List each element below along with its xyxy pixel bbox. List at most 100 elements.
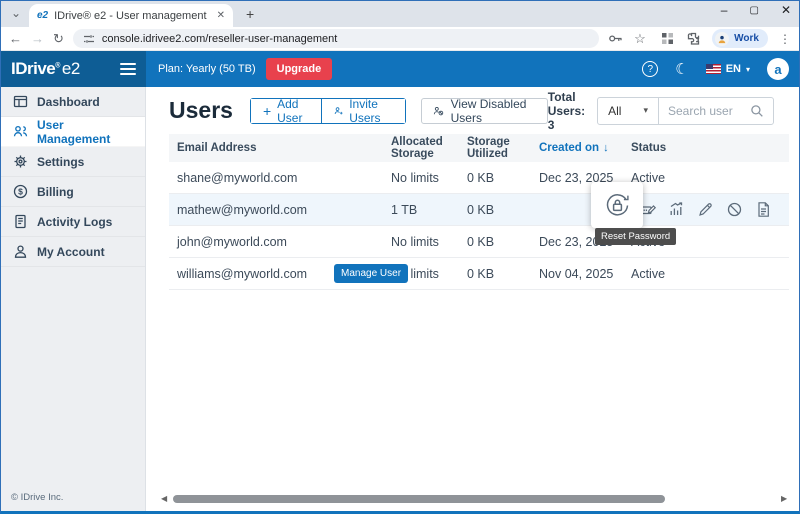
minimize-button[interactable]: – [721, 3, 728, 17]
cell-utilized: 0 KB [467, 203, 539, 217]
reset-password-tooltip: Reset Password [595, 228, 676, 245]
tab-search-icon[interactable]: ⌄ [11, 6, 21, 20]
maximize-button[interactable]: ▢ [749, 3, 758, 17]
cell-status: Active [631, 267, 789, 281]
scrollbar-thumb[interactable] [173, 495, 665, 503]
cell-allocated: 1 TB [391, 203, 467, 217]
new-tab-button[interactable]: + [246, 6, 254, 22]
dark-mode-moon-icon[interactable]: ☾ [675, 60, 688, 78]
sidebar-item-label: Dashboard [37, 95, 100, 109]
language-selector[interactable]: EN ▾ [706, 63, 750, 75]
browser-tab[interactable]: e2 IDrive® e2 - User management ✕ [29, 4, 233, 27]
reload-icon[interactable]: ↻ [53, 31, 64, 47]
copyright-text: © IDrive Inc. [11, 492, 63, 503]
plan-label: Plan: Yearly (50 TB) [158, 63, 256, 75]
horizontal-scrollbar: ◀ ▶ [161, 494, 789, 503]
main-content: Users + Add User Invite Users View Disab… [146, 87, 799, 511]
gear-icon [13, 154, 28, 169]
cell-email: mathew@myworld.com [177, 203, 391, 217]
sidebar-item-my-account[interactable]: My Account [1, 237, 145, 267]
us-flag-icon [706, 64, 721, 74]
reset-password-icon [604, 192, 631, 219]
column-email: Email Address [177, 142, 391, 154]
column-allocated-storage: Allocated Storage [391, 136, 467, 160]
url-text: console.idrivee2.com/reseller-user-manag… [102, 33, 337, 45]
search-icon[interactable] [750, 104, 764, 118]
sidebar-item-billing[interactable]: $ Billing [1, 177, 145, 207]
site-favicon: e2 [37, 10, 48, 21]
browser-toolbar: ← → ↻ console.idrivee2.com/reseller-user… [1, 27, 799, 51]
row-action-icons [639, 194, 772, 225]
address-bar[interactable]: console.idrivee2.com/reseller-user-manag… [73, 29, 599, 48]
cell-utilized: 0 KB [467, 235, 539, 249]
search-input[interactable] [668, 104, 750, 118]
header-right: ? ☾ EN ▾ a [642, 58, 799, 80]
account-avatar[interactable]: a [767, 58, 789, 80]
tab-title: IDrive® e2 - User management [54, 10, 210, 22]
toolbar-right: ☆ Work ⋮ [608, 29, 791, 48]
extensions-puzzle-icon[interactable] [686, 31, 701, 46]
tab-close-icon[interactable]: ✕ [217, 10, 225, 21]
profile-label: Work [734, 33, 759, 44]
column-created-on-sort[interactable]: Created on ↓ [539, 142, 631, 154]
user-logs-icon[interactable] [755, 201, 772, 218]
sidebar-item-label: Activity Logs [37, 215, 112, 229]
sidebar-item-user-management[interactable]: User Management [1, 117, 145, 147]
add-user-button[interactable]: + Add User [251, 99, 321, 123]
app-body: Dashboard User Management Settings $ Bil… [1, 87, 799, 511]
scroll-right-icon[interactable]: ▶ [781, 494, 789, 503]
profile-avatar-icon [715, 32, 729, 46]
page-header-row: Users + Add User Invite Users View Disab… [146, 87, 799, 134]
table-header-row: Email Address Allocated Storage Storage … [169, 134, 789, 162]
cell-allocated: No limits [391, 171, 467, 185]
sidebar-item-label: My Account [37, 245, 105, 259]
table-row[interactable]: john@myworld.com No limits 0 KB Dec 23, … [169, 226, 789, 258]
column-status: Status [631, 142, 789, 154]
disabled-user-icon [433, 104, 444, 118]
upgrade-button[interactable]: Upgrade [266, 58, 333, 80]
close-window-button[interactable]: ✕ [781, 3, 791, 17]
view-disabled-users-button[interactable]: View Disabled Users [421, 98, 548, 124]
billing-icon: $ [13, 184, 28, 199]
idrive-e2-logo[interactable]: IDrive®e2 [11, 59, 80, 79]
document-icon [13, 214, 28, 229]
app-header: IDrive®e2 Plan: Yearly (50 TB) Upgrade ?… [1, 51, 799, 87]
page-title: Users [169, 97, 233, 124]
site-info-icon[interactable] [83, 33, 95, 45]
forward-icon[interactable]: → [31, 31, 44, 46]
cell-email: shane@myworld.com [177, 171, 391, 185]
browser-menu-icon[interactable]: ⋮ [779, 32, 791, 46]
table-row[interactable]: williams@myworld.com No limits 0 KB Nov … [169, 258, 789, 290]
scroll-left-icon[interactable]: ◀ [161, 494, 169, 503]
usage-stats-icon[interactable] [668, 201, 685, 218]
search-box [658, 98, 773, 124]
browser-profile-chip[interactable]: Work [712, 29, 768, 48]
edit-user-icon[interactable] [697, 201, 714, 218]
manage-user-button[interactable]: Manage User [334, 264, 408, 283]
table-controls: Total Users: 3 All ▾ [548, 90, 774, 132]
cell-email: john@myworld.com [177, 235, 391, 249]
sidebar-item-settings[interactable]: Settings [1, 147, 145, 177]
password-key-icon[interactable] [608, 31, 623, 46]
sidebar-item-activity-logs[interactable]: Activity Logs [1, 207, 145, 237]
person-icon [13, 244, 28, 259]
bookmark-star-icon[interactable]: ☆ [634, 31, 649, 46]
table-row-hovered[interactable]: mathew@myworld.com 1 TB 0 KB [169, 194, 789, 226]
help-icon[interactable]: ? [642, 61, 658, 77]
svg-text:$: $ [18, 186, 23, 196]
cell-created: Nov 04, 2025 [539, 267, 631, 281]
reset-password-button[interactable] [591, 182, 643, 228]
table-row[interactable]: shane@myworld.com No limits 0 KB Dec 23,… [169, 162, 789, 194]
invite-users-button[interactable]: Invite Users [321, 99, 405, 123]
sidebar-item-dashboard[interactable]: Dashboard [1, 87, 145, 117]
sidebar-item-label: Settings [37, 155, 84, 169]
scrollbar-track[interactable] [169, 495, 781, 503]
back-icon[interactable]: ← [9, 31, 22, 46]
cell-utilized: 0 KB [467, 267, 539, 281]
toolbar-extension-icon[interactable] [660, 31, 675, 46]
sidebar-item-label: User Management [37, 118, 133, 146]
user-filter-dropdown[interactable]: All ▾ [598, 104, 658, 118]
hamburger-menu-icon[interactable] [120, 63, 136, 75]
window-controls: – ▢ ✕ [721, 3, 791, 17]
disable-user-icon[interactable] [726, 201, 743, 218]
